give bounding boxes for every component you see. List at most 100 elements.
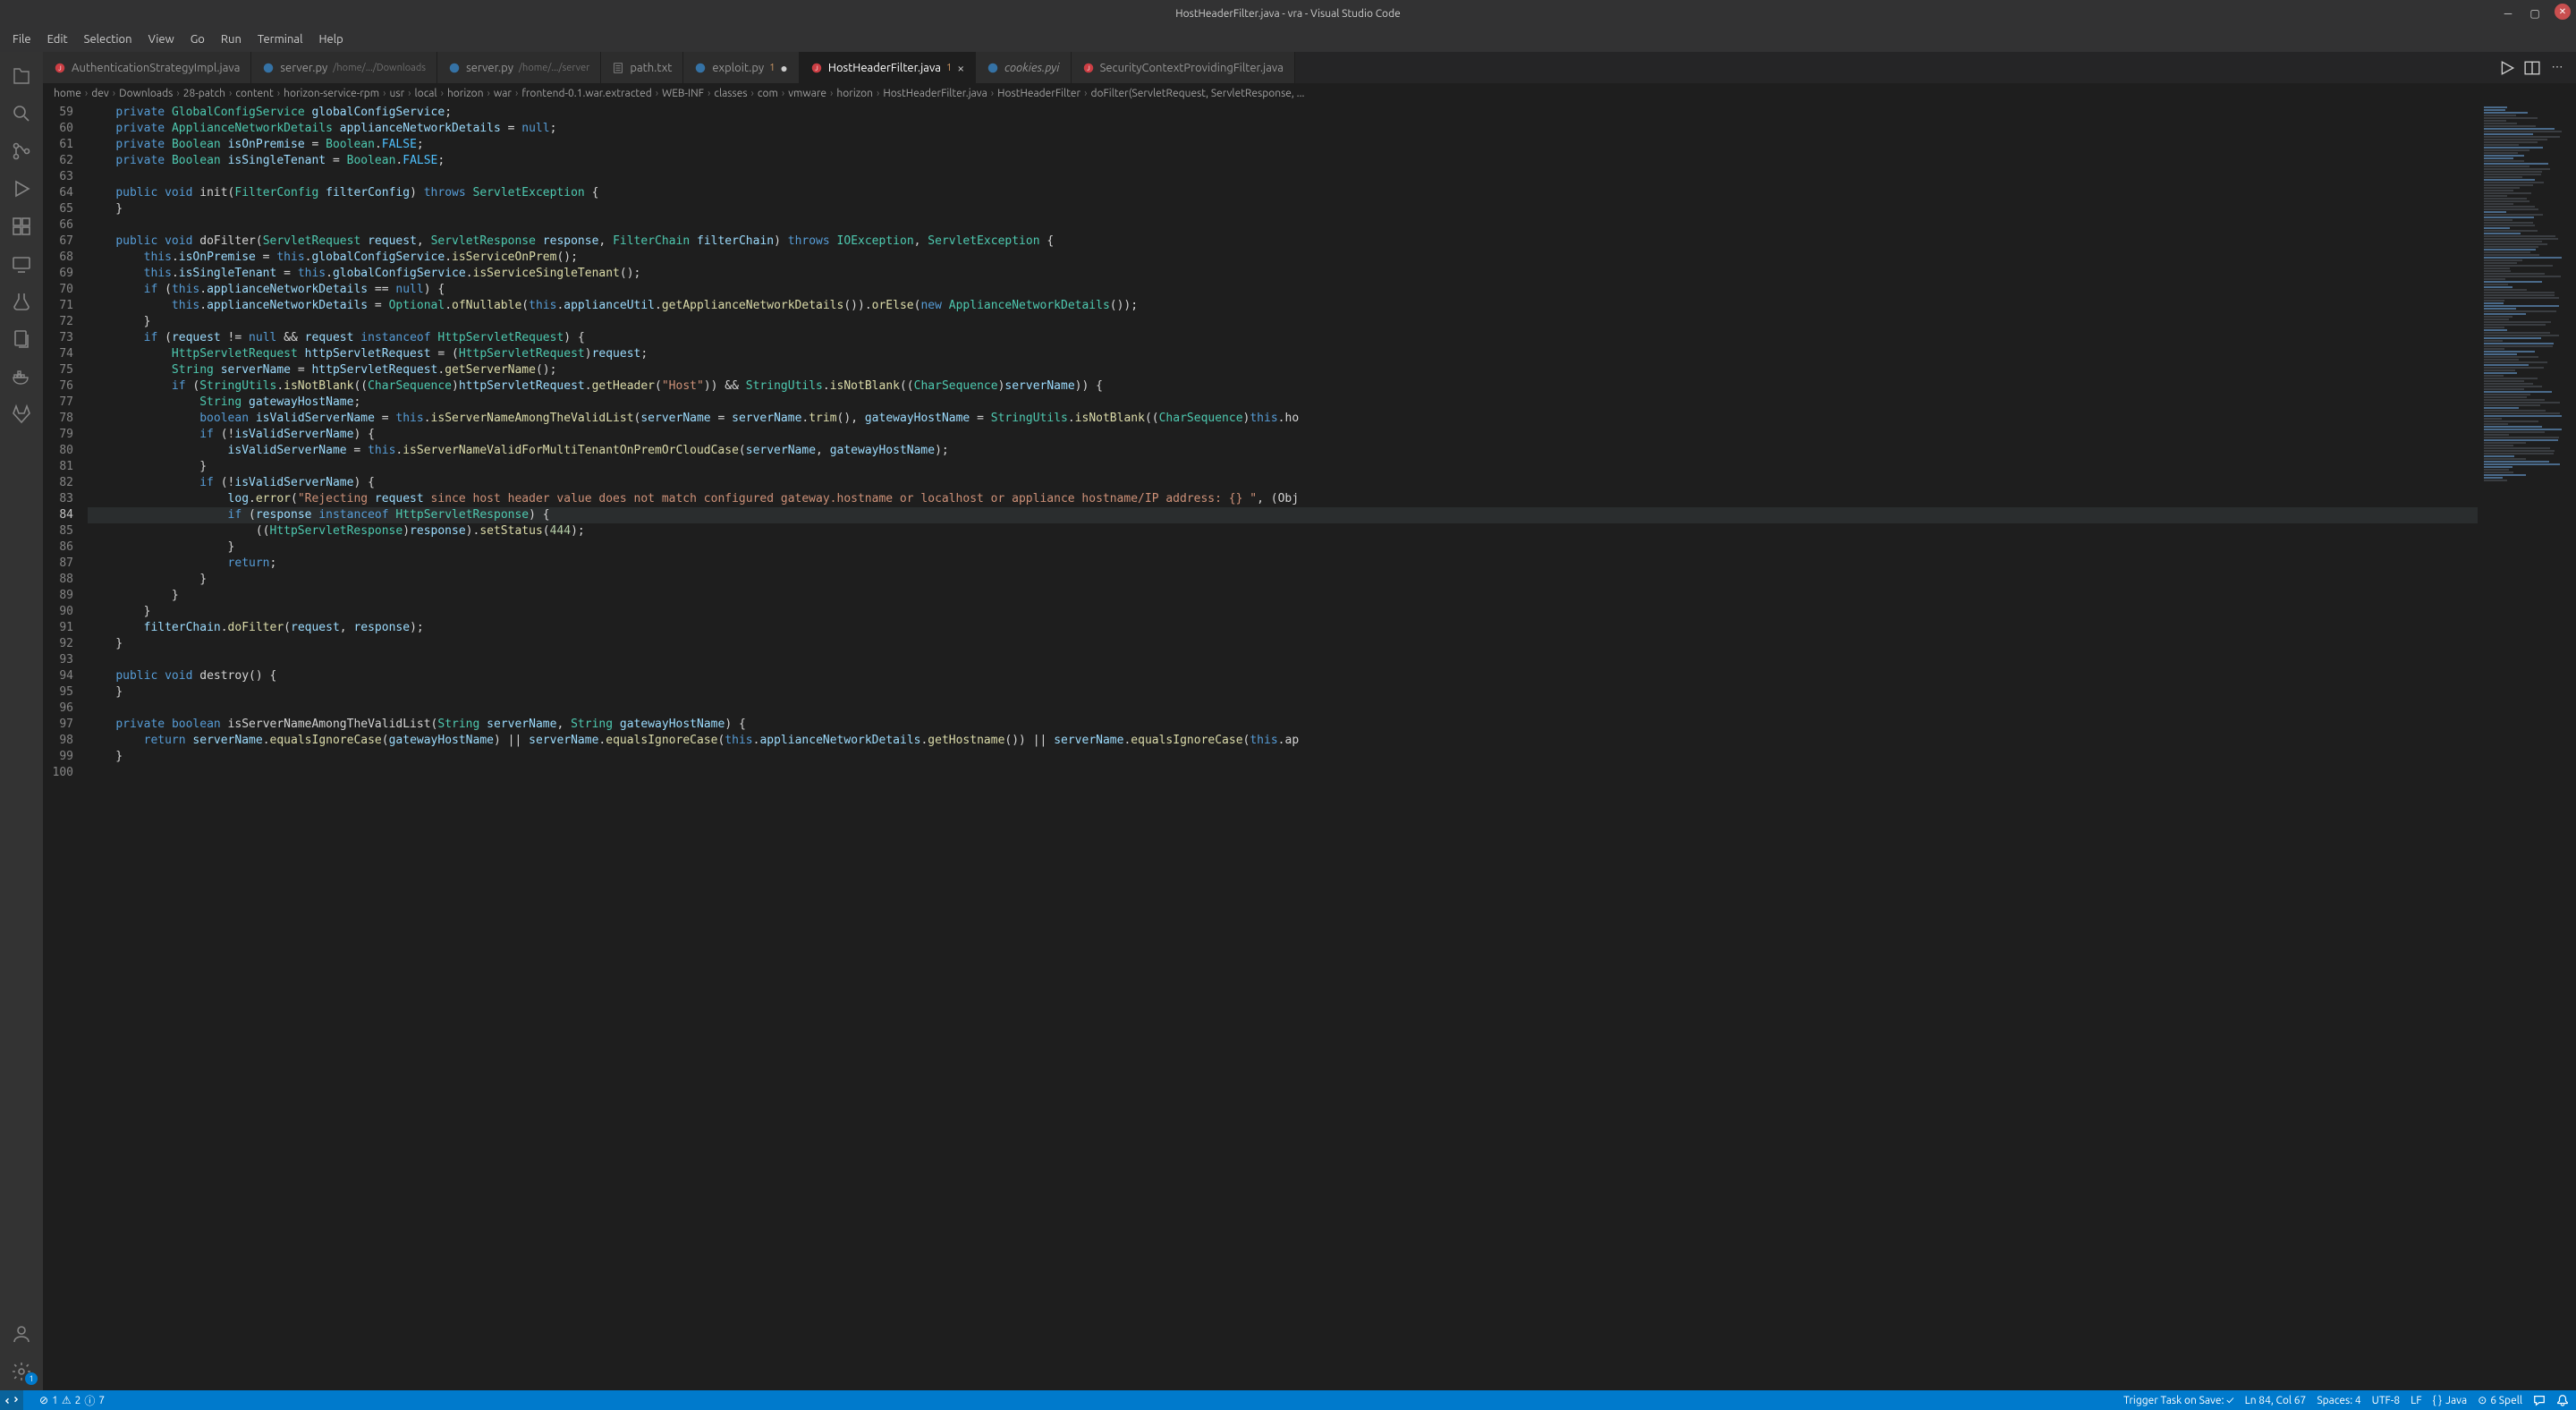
- breadcrumb-item[interactable]: usr: [390, 88, 405, 99]
- breadcrumb-sep: ›: [751, 88, 754, 99]
- breadcrumb-item[interactable]: horizon: [836, 88, 873, 99]
- breadcrumb-sep: ›: [277, 88, 280, 99]
- notifications-icon[interactable]: [2556, 1394, 2569, 1406]
- remote-explorer-icon[interactable]: [0, 245, 43, 283]
- breadcrumb-item[interactable]: frontend-0.1.war.extracted: [521, 88, 651, 99]
- run-icon[interactable]: [2499, 60, 2515, 76]
- extensions-icon[interactable]: [0, 208, 43, 245]
- breadcrumb-item[interactable]: HostHeaderFilter: [997, 88, 1080, 99]
- breadcrumb-item[interactable]: vmware: [788, 88, 826, 99]
- tab-4[interactable]: exploit.py1●: [683, 52, 800, 83]
- menu-file[interactable]: File: [5, 30, 38, 49]
- spell-indicator[interactable]: ⊙ 6 Spell: [2478, 1394, 2522, 1406]
- tab-6[interactable]: cookies.pyi: [976, 52, 1071, 83]
- error-count: 1: [52, 1395, 58, 1406]
- minimize-button[interactable]: ─: [2496, 4, 2521, 23]
- file-icon: [448, 62, 461, 74]
- file-icon: J: [1082, 62, 1095, 74]
- gitlab-icon[interactable]: [0, 395, 43, 433]
- menu-run[interactable]: Run: [214, 30, 249, 49]
- breadcrumb-sep: ›: [85, 88, 88, 99]
- menu-edit[interactable]: Edit: [40, 30, 75, 49]
- breadcrumb-item[interactable]: horizon: [447, 88, 484, 99]
- breadcrumb-item[interactable]: content: [235, 88, 273, 99]
- breadcrumb-item[interactable]: war: [494, 88, 512, 99]
- minimap[interactable]: [2478, 103, 2576, 1390]
- breadcrumbs[interactable]: home›dev›Downloads›28-patch›content›hori…: [43, 83, 2576, 103]
- split-editor-icon[interactable]: [2524, 60, 2540, 76]
- menu-help[interactable]: Help: [311, 30, 350, 49]
- settings-gear-icon[interactable]: 1: [0, 1353, 43, 1390]
- problems-indicator[interactable]: ⊘1 ⚠2 ⓘ7: [39, 1393, 105, 1408]
- encoding-indicator[interactable]: UTF-8: [2372, 1395, 2400, 1406]
- references-icon[interactable]: [0, 320, 43, 358]
- file-icon: [987, 62, 999, 74]
- breadcrumb-item[interactable]: doFilter(ServletRequest, ServletResponse…: [1090, 88, 1304, 99]
- language-mode[interactable]: { } Java: [2433, 1395, 2468, 1406]
- tab-7[interactable]: JSecurityContextProvidingFilter.java: [1072, 52, 1295, 83]
- breadcrumb-item[interactable]: dev: [91, 88, 109, 99]
- tab-2[interactable]: server.py/home/.../server: [437, 52, 601, 83]
- breadcrumb-sep: ›: [877, 88, 879, 99]
- breadcrumb-item[interactable]: home: [54, 88, 81, 99]
- tab-0[interactable]: JAuthenticationStrategyImpl.java: [43, 52, 251, 83]
- tab-1[interactable]: server.py/home/.../Downloads: [251, 52, 437, 83]
- remote-indicator[interactable]: [0, 1390, 23, 1410]
- breadcrumb-sep: ›: [383, 88, 386, 99]
- breadcrumb-sep: ›: [515, 88, 518, 99]
- breadcrumb-item[interactable]: WEB-INF: [662, 88, 704, 99]
- breadcrumb-item[interactable]: Downloads: [119, 88, 173, 99]
- source-control-icon[interactable]: [0, 132, 43, 170]
- tab-label: server.py: [466, 62, 513, 74]
- breadcrumb-item[interactable]: horizon-service-rpm: [284, 88, 379, 99]
- close-window-button[interactable]: ✕: [2555, 4, 2571, 20]
- breadcrumb-sep: ›: [113, 88, 115, 99]
- feedback-icon[interactable]: [2533, 1394, 2546, 1406]
- breadcrumb-item[interactable]: classes: [714, 88, 747, 99]
- indentation-indicator[interactable]: Spaces: 4: [2317, 1395, 2360, 1406]
- testing-icon[interactable]: [0, 283, 43, 320]
- tab-3[interactable]: path.txt: [601, 52, 683, 83]
- statusbar: ⊘1 ⚠2 ⓘ7 Trigger Task on Save: ✓ Ln 84, …: [0, 1390, 2576, 1410]
- breadcrumb-sep: ›: [656, 88, 658, 99]
- tab-label: cookies.pyi: [1004, 62, 1059, 74]
- menu-selection[interactable]: Selection: [77, 30, 140, 49]
- eol-indicator[interactable]: LF: [2411, 1395, 2421, 1406]
- dirty-indicator: ●: [780, 62, 787, 74]
- svg-text:J: J: [1087, 64, 1089, 72]
- breadcrumb-sep: ›: [830, 88, 833, 99]
- breadcrumb-sep: ›: [991, 88, 994, 99]
- editor-tabs: JAuthenticationStrategyImpl.javaserver.p…: [43, 52, 2576, 83]
- breadcrumb-sep: ›: [441, 88, 444, 99]
- run-debug-icon[interactable]: [0, 170, 43, 208]
- breadcrumb-item[interactable]: com: [758, 88, 778, 99]
- svg-text:J: J: [58, 64, 61, 72]
- menu-terminal[interactable]: Terminal: [250, 30, 310, 49]
- file-icon: J: [810, 62, 823, 74]
- more-actions-icon[interactable]: ⋯: [2549, 60, 2565, 76]
- code-content[interactable]: private GlobalConfigService globalConfig…: [88, 103, 2478, 1390]
- breadcrumb-sep: ›: [1084, 88, 1087, 99]
- close-tab-icon[interactable]: ×: [957, 61, 964, 75]
- explorer-icon[interactable]: [0, 57, 43, 95]
- info-count: 7: [98, 1395, 105, 1406]
- docker-icon[interactable]: [0, 358, 43, 395]
- breadcrumb-item[interactable]: local: [415, 88, 437, 99]
- menu-go[interactable]: Go: [183, 30, 212, 49]
- file-icon: [612, 62, 624, 74]
- file-icon: [694, 62, 707, 74]
- cursor-position[interactable]: Ln 84, Col 67: [2245, 1395, 2307, 1406]
- breadcrumb-item[interactable]: 28-patch: [183, 88, 225, 99]
- search-icon[interactable]: [0, 95, 43, 132]
- line-gutter: 5960616263646566676869707172737475767778…: [43, 103, 88, 1390]
- file-icon: [262, 62, 275, 74]
- breadcrumb-item[interactable]: HostHeaderFilter.java: [883, 88, 987, 99]
- menu-view[interactable]: View: [141, 30, 182, 49]
- maximize-button[interactable]: ▢: [2522, 4, 2547, 23]
- tab-desc: /home/.../Downloads: [333, 63, 426, 73]
- tab-5[interactable]: JHostHeaderFilter.java1×: [800, 52, 976, 83]
- accounts-icon[interactable]: [0, 1315, 43, 1353]
- code-editor[interactable]: 5960616263646566676869707172737475767778…: [43, 103, 2576, 1390]
- trigger-task-indicator[interactable]: Trigger Task on Save: ✓: [2123, 1395, 2233, 1406]
- menubar: FileEditSelectionViewGoRunTerminalHelp: [0, 27, 2576, 52]
